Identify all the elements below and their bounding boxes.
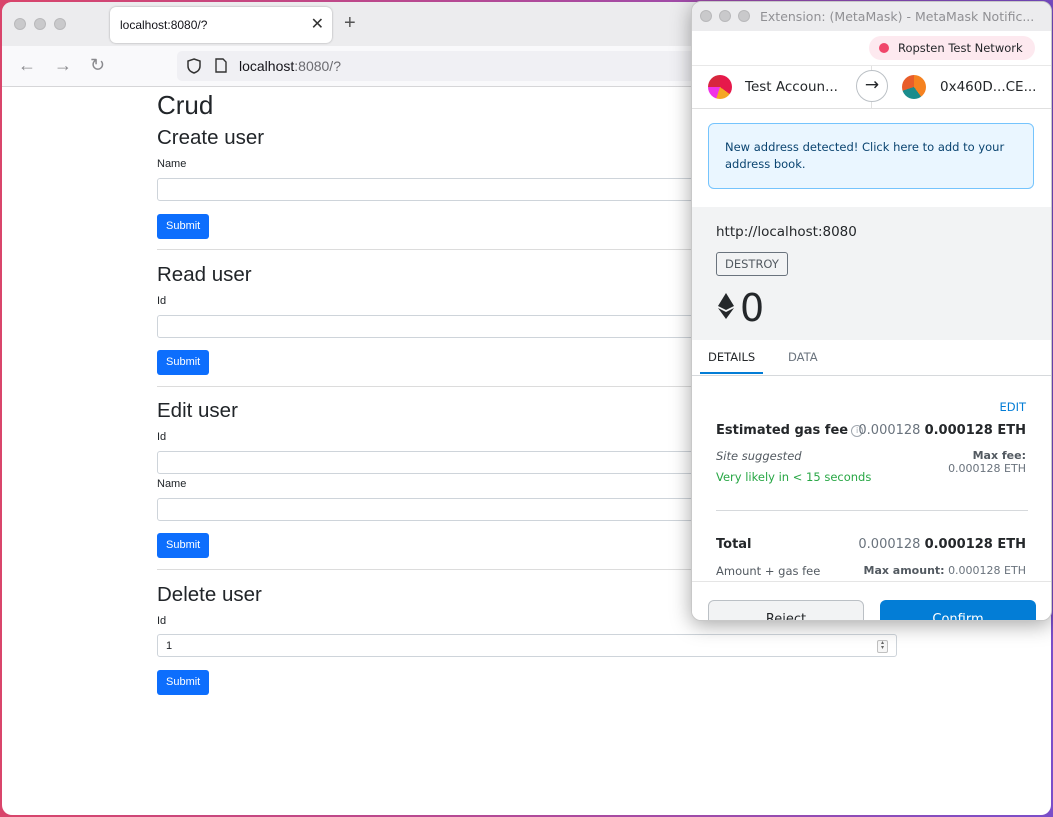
delete-id-label: Id [157,615,167,627]
reject-button[interactable]: Reject [708,600,864,620]
page-title: Crud [157,90,214,120]
edit-submit-button[interactable]: Submit [157,533,210,558]
max-fee: Max fee: 0.000128 ETH [948,449,1026,475]
network-name: Ropsten Test Network [898,41,1023,55]
network-row: Ropsten Test Network [692,31,1051,64]
method-badge: DESTROY [716,252,788,276]
delete-id-value: 1 [166,640,173,652]
create-user-heading: Create user [157,126,265,149]
read-id-label: Id [157,295,167,307]
total-label: Total [716,537,752,552]
delete-id-input[interactable]: 1 ▴ ▾ [157,634,897,657]
to-account-address[interactable]: 0x460D...CE... [940,79,1036,95]
edit-name-label: Name [157,478,187,490]
read-user-heading: Read user [157,263,252,286]
tab-title: localhost:8080/? [120,18,208,32]
details-tabs: DETAILS DATA [692,340,1051,376]
origin-url: http://localhost:8080 [716,224,857,240]
metamask-titlebar: Extension: (MetaMask) - MetaMask Notific… [692,2,1051,32]
active-tab-indicator [700,372,763,374]
gas-fee-label: Estimated gas fee i [716,423,864,438]
metamask-popup: Extension: (MetaMask) - MetaMask Notific… [691,1,1052,621]
delete-user-heading: Delete user [157,583,262,606]
close-tab-icon[interactable]: ✕ [311,14,324,34]
minimize-window-button[interactable] [34,18,46,30]
metamask-window-title: Extension: (MetaMask) - MetaMask Notific… [760,9,1035,24]
from-account-avatar [708,75,732,99]
page-icon [215,58,227,73]
network-dot-icon [879,43,889,53]
tab-details[interactable]: DETAILS [708,350,755,364]
from-account-name: Test Accoun... [745,79,838,95]
reload-icon[interactable]: ↻ [90,55,105,76]
gas-likelihood: Very likely in < 15 seconds [716,470,872,484]
back-icon[interactable]: ← [18,55,36,76]
max-amount: Max amount: 0.000128 ETH [863,564,1027,577]
transaction-amount: 0 [740,286,765,330]
edit-id-label: Id [157,431,167,443]
browser-tab[interactable]: localhost:8080/? ✕ [110,7,332,43]
create-name-label: Name [157,158,187,170]
new-address-notice[interactable]: New address detected! Click here to add … [708,123,1034,189]
site-suggested-label: Site suggested [716,449,802,463]
new-tab-icon[interactable]: + [344,12,356,35]
minimize-window-button[interactable] [719,10,731,22]
to-account-avatar [902,75,926,99]
delete-submit-button[interactable]: Submit [157,670,210,695]
confirm-button[interactable]: Confirm [880,600,1036,620]
total-value: 0.000128 0.000128 ETH [858,537,1026,552]
zoom-window-button[interactable] [54,18,66,30]
number-spinner-icon[interactable]: ▴ ▾ [877,640,888,653]
ethereum-icon [718,293,734,319]
tab-data[interactable]: DATA [788,350,818,364]
edit-gas-link[interactable]: EDIT [999,400,1026,414]
shield-icon [187,58,201,74]
network-selector[interactable]: Ropsten Test Network [869,36,1035,60]
arrow-right-icon: → [856,70,888,102]
action-footer: Reject Confirm [692,581,1051,620]
divider [716,510,1028,511]
amount-plus-gas-label: Amount + gas fee [716,564,821,578]
zoom-window-button[interactable] [738,10,750,22]
gas-fee-value: 0.000128 0.000128 ETH [858,423,1026,438]
accounts-row: Test Accoun... → 0x460D...CE... [692,65,1051,109]
fee-details: EDIT Estimated gas fee i 0.000128 0.00012… [692,376,1051,581]
close-window-button[interactable] [14,18,26,30]
edit-user-heading: Edit user [157,399,238,422]
transaction-summary: http://localhost:8080 DESTROY 0 [692,207,1051,340]
close-window-button[interactable] [700,10,712,22]
read-submit-button[interactable]: Submit [157,350,210,375]
url-text: localhost:8080/? [239,58,341,74]
forward-icon[interactable]: → [54,55,72,76]
create-submit-button[interactable]: Submit [157,214,210,239]
